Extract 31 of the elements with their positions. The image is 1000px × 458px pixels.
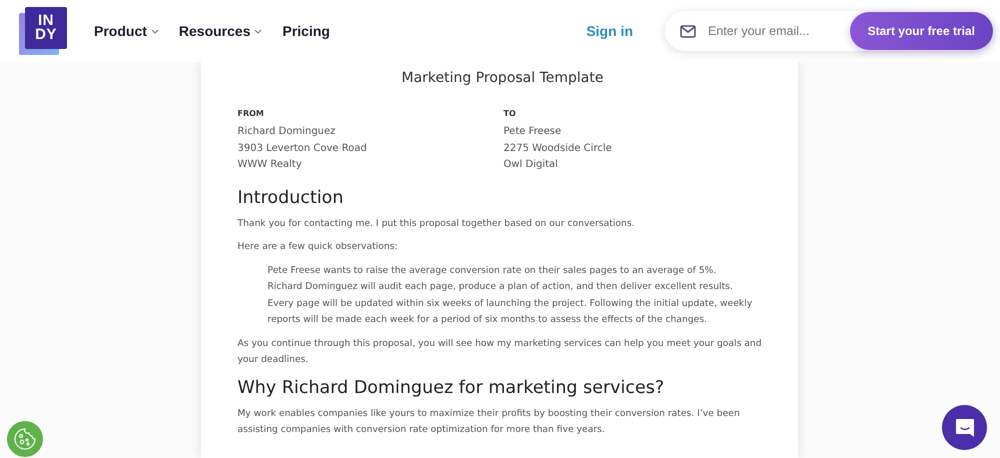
paragraph: As you continue through this proposal, you will see how my marketing services can help you meet your goals and your deadlines. [238,336,763,367]
address-line: Pete Freese [504,125,562,139]
address-line: Owl Digital [504,158,559,172]
nav-link[interactable]: Resources [178,23,262,39]
address-line: Richard Dominguez [238,125,336,139]
list-item: Pete Freese wants to raise the average conversion rate on their sales pages to an average of 5%. [268,264,718,278]
nav-link[interactable]: Product [94,23,159,39]
document-title: Marketing Proposal Template [400,70,604,86]
address-line: WWW Realty [238,158,303,172]
section-heading: Why Richard Dominguez for marketing services? [238,376,666,400]
logo-text: IN [38,14,54,28]
paragraph: Thank you for contacting me. I put this proposal together based on our conversations. [238,216,636,230]
sign-in-link[interactable]: Sign in [586,23,633,39]
cookie-icon [13,427,37,451]
party-heading: TO [504,109,517,118]
section-heading: Introduction [238,186,344,210]
list-item: Every page will be updated within six weeks of launching the project. Following the initial update, weekly reports will be made each week for a period of six months to assess the effects of the changes. [268,296,754,327]
party-heading: FROM [238,109,265,118]
email-signup-field[interactable]: Enter your email... Start your free trial [665,11,993,51]
logo-text: DY [35,28,57,42]
address-line: 2275 Woodside Circle [504,142,613,156]
cookie-settings-button[interactable] [7,421,43,457]
paragraph: Here are a few quick observations: [238,240,399,254]
address-line: 3903 Leverton Cove Road [238,142,368,156]
chat-button[interactable] [942,405,987,450]
chat-icon [954,416,976,438]
mail-icon [680,24,696,38]
start-trial-button[interactable]: Start your free trial [850,12,993,50]
paragraph: My work enables companies like yours to maximize their profits by boosting their conversion rates. I’ve been assisting companies with conversion rate optimization for more than five years. [238,406,741,437]
nav-link[interactable]: Pricing [282,23,330,39]
list-item: Richard Dominguez will audit each page, produce a plan of action, and then deliver excellent results. [268,280,734,294]
